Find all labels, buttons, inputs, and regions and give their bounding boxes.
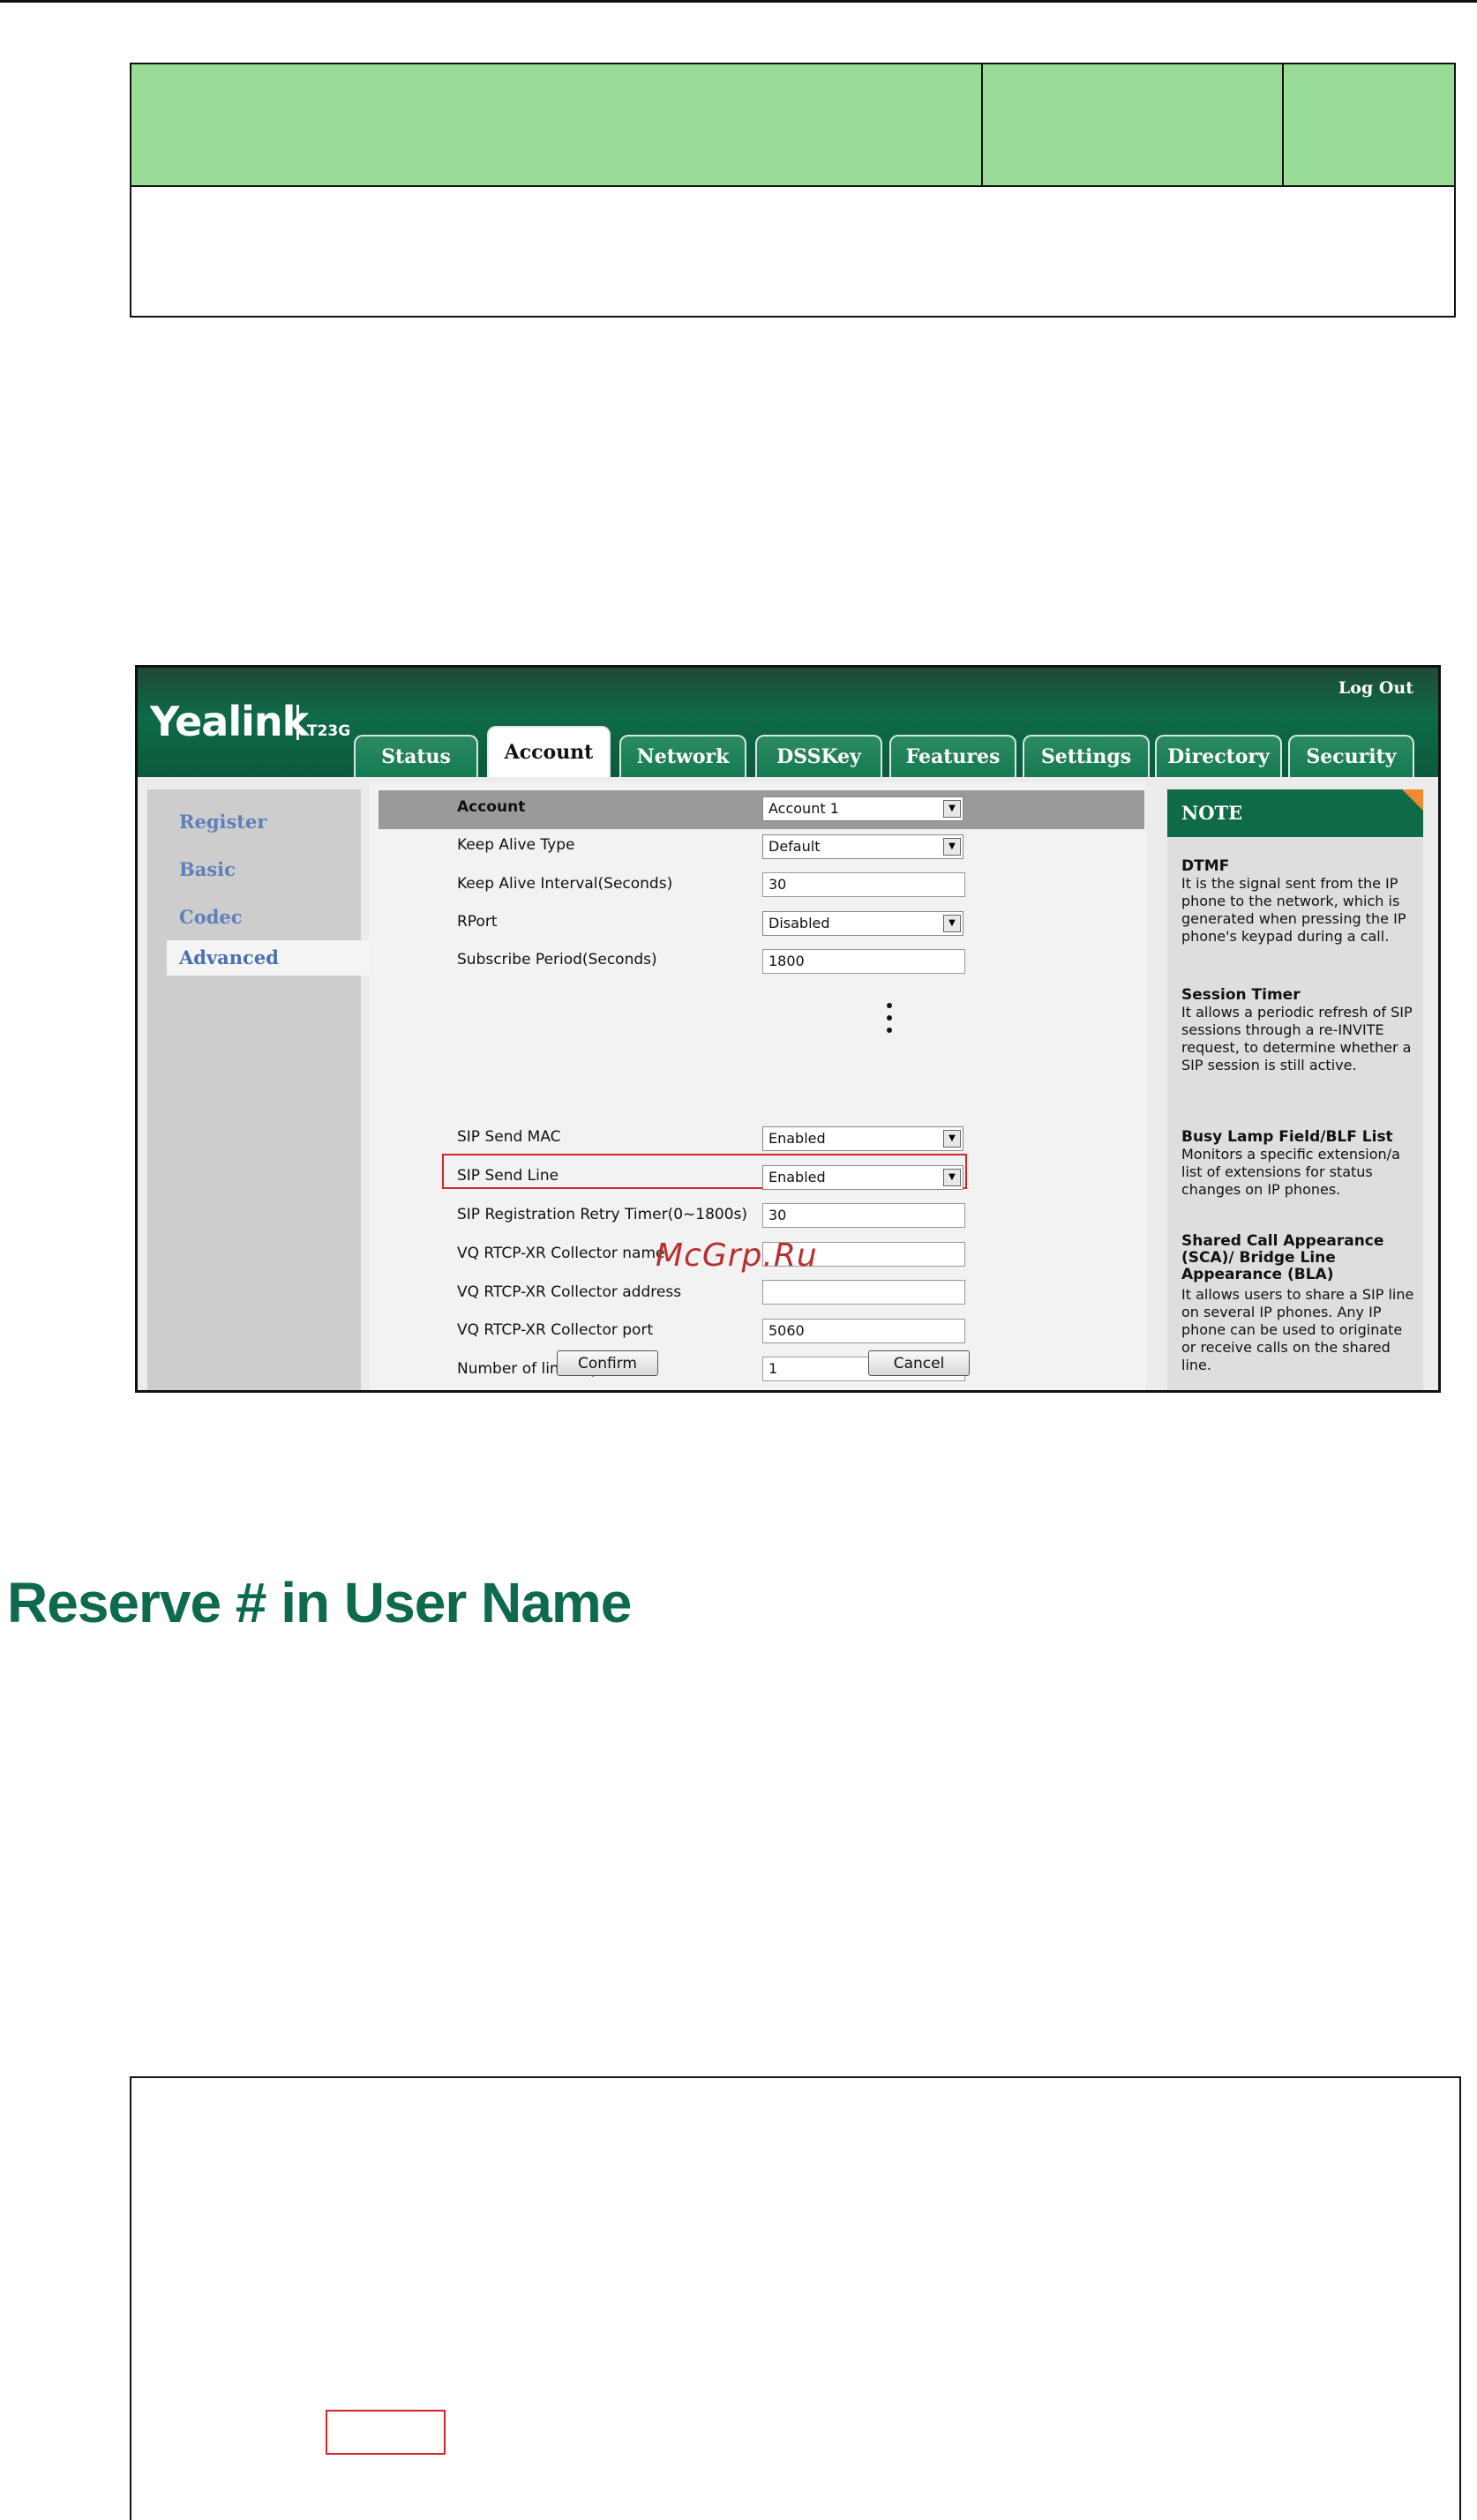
rport-label: RPort <box>457 913 498 931</box>
sidebar-item-codec[interactable]: Codec <box>179 906 243 928</box>
model-label: T23G <box>307 722 351 740</box>
account-label: Account <box>457 798 526 816</box>
sip-send-line-select[interactable]: Enabled ▼ <box>762 1165 963 1190</box>
watermark: McGrp.Ru <box>656 1238 818 1274</box>
vq-collector-port-input[interactable]: 5060 <box>762 1319 965 1343</box>
tab-features[interactable]: Features <box>889 735 1016 777</box>
chevron-down-icon: ▼ <box>943 1169 961 1186</box>
sip-send-mac-value: Enabled <box>768 1130 826 1147</box>
cancel-button[interactable]: Cancel <box>868 1350 970 1376</box>
vq-collector-name-label: VQ RTCP-XR Collector name <box>457 1245 665 1262</box>
chevron-down-icon: ▼ <box>943 838 961 856</box>
logout-link[interactable]: Log Out <box>1338 678 1413 698</box>
red-highlight-box <box>326 2410 446 2455</box>
keep-alive-type-value: Default <box>768 838 821 855</box>
rport-value: Disabled <box>768 915 830 931</box>
note-title: NOTE <box>1167 789 1423 837</box>
subscribe-period-label: Subscribe Period(Seconds) <box>457 951 657 968</box>
confirm-button[interactable]: Confirm <box>557 1350 658 1376</box>
sidebar: Register Basic Codec Advanced <box>147 789 382 1390</box>
tab-network[interactable]: Network <box>619 735 746 777</box>
table-column-divider <box>981 64 983 187</box>
note-entry-text: It allows a periodic refresh of SIP sess… <box>1181 1004 1413 1073</box>
table-column-divider <box>1282 64 1284 187</box>
account-select-value: Account 1 <box>768 800 839 817</box>
account-select[interactable]: Account 1 ▼ <box>762 796 963 821</box>
note-entry-text: It allows users to share a SIP line on s… <box>1181 1286 1414 1373</box>
parameter-table-header <box>131 64 1454 187</box>
note-entry-text: It is the signal sent from the IP phone … <box>1181 875 1406 945</box>
keep-alive-type-label: Keep Alive Type <box>457 836 575 854</box>
vq-collector-address-input[interactable] <box>762 1280 965 1305</box>
subscribe-period-input[interactable]: 1800 <box>762 949 965 974</box>
sip-send-line-value: Enabled <box>768 1169 826 1185</box>
sip-retry-timer-label: SIP Registration Retry Timer(0~1800s) <box>457 1206 748 1223</box>
chevron-down-icon: ▼ <box>943 915 961 932</box>
chevron-down-icon: ▼ <box>943 1130 961 1148</box>
note-panel: NOTE DTMF It is the signal sent from the… <box>1167 789 1423 1390</box>
parameter-table <box>130 63 1456 318</box>
vq-collector-address-label: VQ RTCP-XR Collector address <box>457 1283 682 1301</box>
sip-send-mac-label: SIP Send MAC <box>457 1128 561 1146</box>
chevron-down-icon: ▼ <box>943 800 961 818</box>
keep-alive-interval-input[interactable]: 30 <box>762 872 965 897</box>
settings-panel: Account Account 1 ▼ Keep Alive Type Defau… <box>370 782 1146 1390</box>
sip-send-mac-select[interactable]: Enabled ▼ <box>762 1126 963 1151</box>
sip-send-line-label: SIP Send Line <box>457 1167 559 1185</box>
header-bar: Yealink T23G Log Out Status Account Netw… <box>138 668 1438 777</box>
rport-select[interactable]: Disabled ▼ <box>762 911 963 936</box>
note-corner-icon <box>1402 789 1423 811</box>
tab-security[interactable]: Security <box>1288 735 1414 777</box>
vq-collector-port-label: VQ RTCP-XR Collector port <box>457 1321 654 1339</box>
sip-retry-timer-input[interactable]: 30 <box>762 1203 965 1228</box>
page-top-rule <box>0 0 1477 3</box>
tab-account[interactable]: Account <box>487 726 611 777</box>
note-entry-text: Monitors a specific extension/a list of … <box>1181 1146 1400 1198</box>
keep-alive-type-select[interactable]: Default ▼ <box>762 834 963 859</box>
tab-settings[interactable]: Settings <box>1023 735 1150 777</box>
web-ui-screenshot: Yealink T23G Log Out Status Account Netw… <box>135 665 1441 1393</box>
omitted-rows-ellipsis <box>887 1003 894 1040</box>
tab-status[interactable]: Status <box>354 735 478 777</box>
sidebar-item-basic[interactable]: Basic <box>179 858 236 880</box>
note-entry-title: Shared Call Appearance (SCA)/ Bridge Lin… <box>1181 1232 1384 1283</box>
note-entry-title: Busy Lamp Field/BLF List <box>1181 1128 1393 1146</box>
sidebar-item-register[interactable]: Register <box>179 811 266 833</box>
sidebar-item-advanced[interactable]: Advanced <box>167 940 382 976</box>
keep-alive-interval-label: Keep Alive Interval(Seconds) <box>457 875 673 893</box>
tab-dsskey[interactable]: DSSKey <box>755 735 882 777</box>
tab-directory[interactable]: Directory <box>1155 735 1282 777</box>
logo-separator <box>296 705 299 740</box>
note-entry-title: Session Timer <box>1181 986 1301 1004</box>
yealink-logo: Yealink <box>150 698 309 745</box>
section-heading: Reserve # in User Name <box>7 1571 632 1634</box>
note-entry-title: DTMF <box>1181 857 1230 875</box>
